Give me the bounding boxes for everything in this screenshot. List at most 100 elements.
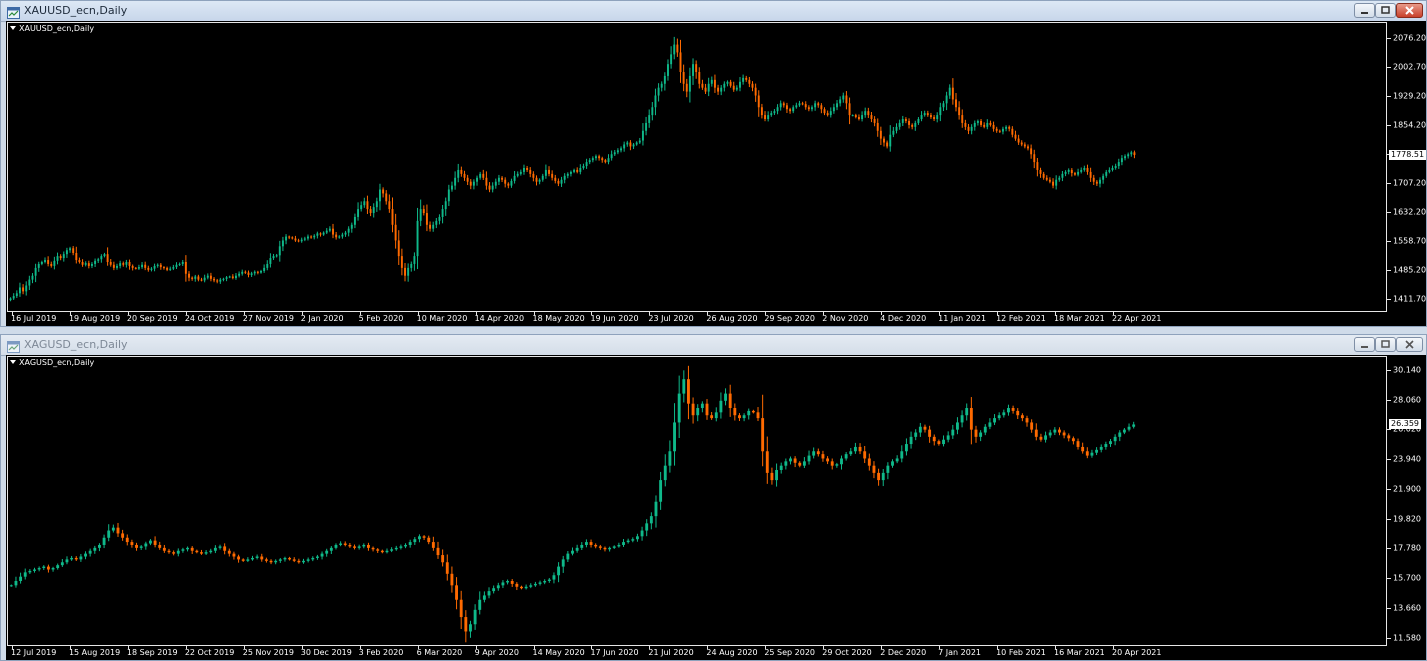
chart-window-icon — [7, 4, 20, 19]
symbol-label-text: XAUUSD_ecn,Daily — [19, 24, 95, 33]
minimize-button[interactable] — [1354, 3, 1375, 18]
x-axis-tick-label: 30 Dec 2019 — [300, 648, 352, 657]
restore-icon — [1381, 6, 1390, 14]
x-axis-tick-mark — [1055, 311, 1057, 315]
y-axis-tick-mark — [1387, 548, 1391, 550]
y-axis-tick-mark — [1387, 38, 1391, 40]
x-axis-tick-label: 9 Apr 2020 — [474, 648, 519, 657]
current-price-tag: 1778.51 — [1389, 150, 1427, 161]
price-chart-area[interactable]: XAUUSD_ecn,Daily 2076.20 2002.70 1929.20 18… — [6, 21, 1427, 326]
current-price-tag: 26.359 — [1389, 419, 1421, 430]
x-axis-tick-mark — [359, 645, 361, 649]
x-axis-tick-mark — [12, 645, 13, 649]
y-axis-tick-label: 17.780 — [1393, 543, 1421, 553]
y-axis-tick-label: 30.140 — [1393, 365, 1421, 375]
y-axis-tick-mark — [1387, 369, 1391, 371]
minimize-icon — [1361, 346, 1368, 348]
plot-frame — [7, 22, 1387, 312]
x-axis-tick-label: 22 Oct 2019 — [184, 648, 235, 657]
x-axis-tick-label: 15 Aug 2019 — [68, 648, 121, 657]
y-axis-tick-mark — [1387, 518, 1391, 520]
window-titlebar[interactable]: XAGUSD_ecn,Daily — [1, 335, 1426, 356]
y-axis-tick-mark — [1387, 578, 1391, 580]
x-axis-tick-mark — [69, 645, 71, 649]
x-axis-tick-label: 20 Apr 2021 — [1112, 648, 1162, 657]
x-axis-tick-mark — [1055, 645, 1057, 649]
plot-frame — [7, 356, 1387, 646]
y-axis-tick-mark — [1387, 298, 1391, 300]
x-axis-tick-label: 7 Jan 2021 — [938, 648, 982, 657]
x-axis-tick-mark — [823, 311, 825, 315]
x-axis-tick-label: 12 Feb 2021 — [996, 314, 1046, 323]
x-axis-tick-label: 18 Mar 2021 — [1054, 314, 1105, 323]
x-axis-tick-label: 14 May 2020 — [532, 648, 585, 657]
y-axis-tick-label: 1411.70 — [1393, 294, 1427, 304]
y-axis-tick-mark — [1387, 488, 1391, 490]
x-axis-tick-mark — [997, 311, 999, 315]
y-axis-tick-mark — [1387, 269, 1391, 271]
x-axis-tick-label: 24 Aug 2020 — [706, 648, 758, 657]
y-axis-tick-label: 1485.20 — [1393, 265, 1427, 275]
x-axis-tick-label: 18 May 2020 — [532, 314, 585, 323]
x-axis-tick-mark — [301, 645, 303, 649]
y-axis-tick-mark — [1387, 399, 1391, 401]
x-axis-tick-label: 23 Jul 2020 — [648, 314, 694, 323]
restore-button[interactable] — [1375, 337, 1396, 352]
x-axis-tick-mark — [707, 645, 709, 649]
y-axis-tick-label: 1707.20 — [1393, 178, 1427, 188]
x-axis-tick-mark — [939, 311, 941, 315]
y-axis-tick-label: 11.580 — [1393, 633, 1421, 643]
restore-button[interactable] — [1375, 3, 1396, 18]
x-axis-tick-label: 20 Sep 2019 — [126, 314, 178, 323]
x-axis-tick-label: 19 Jun 2020 — [590, 314, 639, 323]
chart-window-xauusd[interactable]: XAUUSD_ecn,Daily XAUUSD_ecn,Daily 2076.2… — [0, 0, 1427, 327]
x-axis-tick-mark — [533, 311, 535, 315]
x-axis-tick-mark — [649, 311, 651, 315]
symbol-label[interactable]: XAUUSD_ecn,Daily — [10, 24, 94, 33]
x-axis-tick-label: 25 Sep 2020 — [764, 648, 816, 657]
x-axis-tick-mark — [243, 645, 245, 649]
price-chart-area[interactable]: XAGUSD_ecn,Daily 30.14028.06026.02023.94… — [6, 355, 1426, 660]
close-icon — [1405, 340, 1414, 349]
x-axis-tick-mark — [649, 645, 651, 649]
x-axis-tick-mark — [417, 645, 419, 649]
symbol-label[interactable]: XAGUSD_ecn,Daily — [10, 358, 94, 367]
x-axis-tick-label: 11 Jan 2021 — [938, 314, 987, 323]
x-axis-tick-mark — [185, 645, 187, 649]
y-axis-tick-label: 1632.20 — [1393, 207, 1427, 217]
x-axis-tick-label: 10 Mar 2020 — [416, 314, 468, 323]
window-titlebar[interactable]: XAUUSD_ecn,Daily — [1, 1, 1426, 22]
y-axis-tick-mark — [1387, 95, 1391, 97]
minimize-button[interactable] — [1354, 337, 1375, 352]
x-axis-tick-label: 29 Oct 2020 — [822, 648, 872, 657]
x-axis-tick-label: 19 Aug 2019 — [68, 314, 121, 323]
x-axis-tick-label: 18 Sep 2019 — [126, 648, 178, 657]
y-axis-tick-mark — [1387, 637, 1391, 639]
restore-icon — [1381, 340, 1390, 348]
x-axis-tick-label: 16 Jul 2019 — [11, 314, 57, 323]
x-axis-tick-mark — [475, 645, 477, 649]
x-axis-tick-mark — [69, 311, 71, 315]
x-axis-tick-mark — [881, 311, 883, 315]
x-axis-tick-mark — [939, 645, 941, 649]
x-axis-tick-mark — [765, 311, 767, 315]
close-button[interactable] — [1396, 337, 1423, 352]
chart-window-xagusd[interactable]: XAGUSD_ecn,Daily XAGUSD_ecn,Daily 30.140… — [0, 334, 1427, 661]
x-axis-tick-mark — [881, 645, 883, 649]
dropdown-arrow-icon — [10, 26, 16, 30]
y-axis-tick-label: 21.900 — [1393, 484, 1421, 494]
close-button[interactable] — [1396, 3, 1423, 18]
x-axis-tick-label: 22 Apr 2021 — [1112, 314, 1162, 323]
x-axis-tick-mark — [243, 311, 245, 315]
x-axis-tick-mark — [359, 311, 361, 315]
x-axis-tick-label: 25 Nov 2019 — [242, 648, 295, 657]
x-axis-tick-mark — [1113, 645, 1114, 649]
x-axis-tick-label: 2 Jan 2020 — [300, 314, 344, 323]
y-axis-tick-label: 1558.70 — [1393, 236, 1427, 246]
x-axis-tick-mark — [591, 311, 593, 315]
x-axis-tick-mark — [185, 311, 187, 315]
x-axis-tick-mark — [12, 311, 13, 315]
y-axis-tick-label: 1929.20 — [1393, 91, 1427, 101]
y-axis-tick-label: 15.700 — [1393, 573, 1421, 583]
x-axis-tick-label: 16 Mar 2021 — [1054, 648, 1105, 657]
